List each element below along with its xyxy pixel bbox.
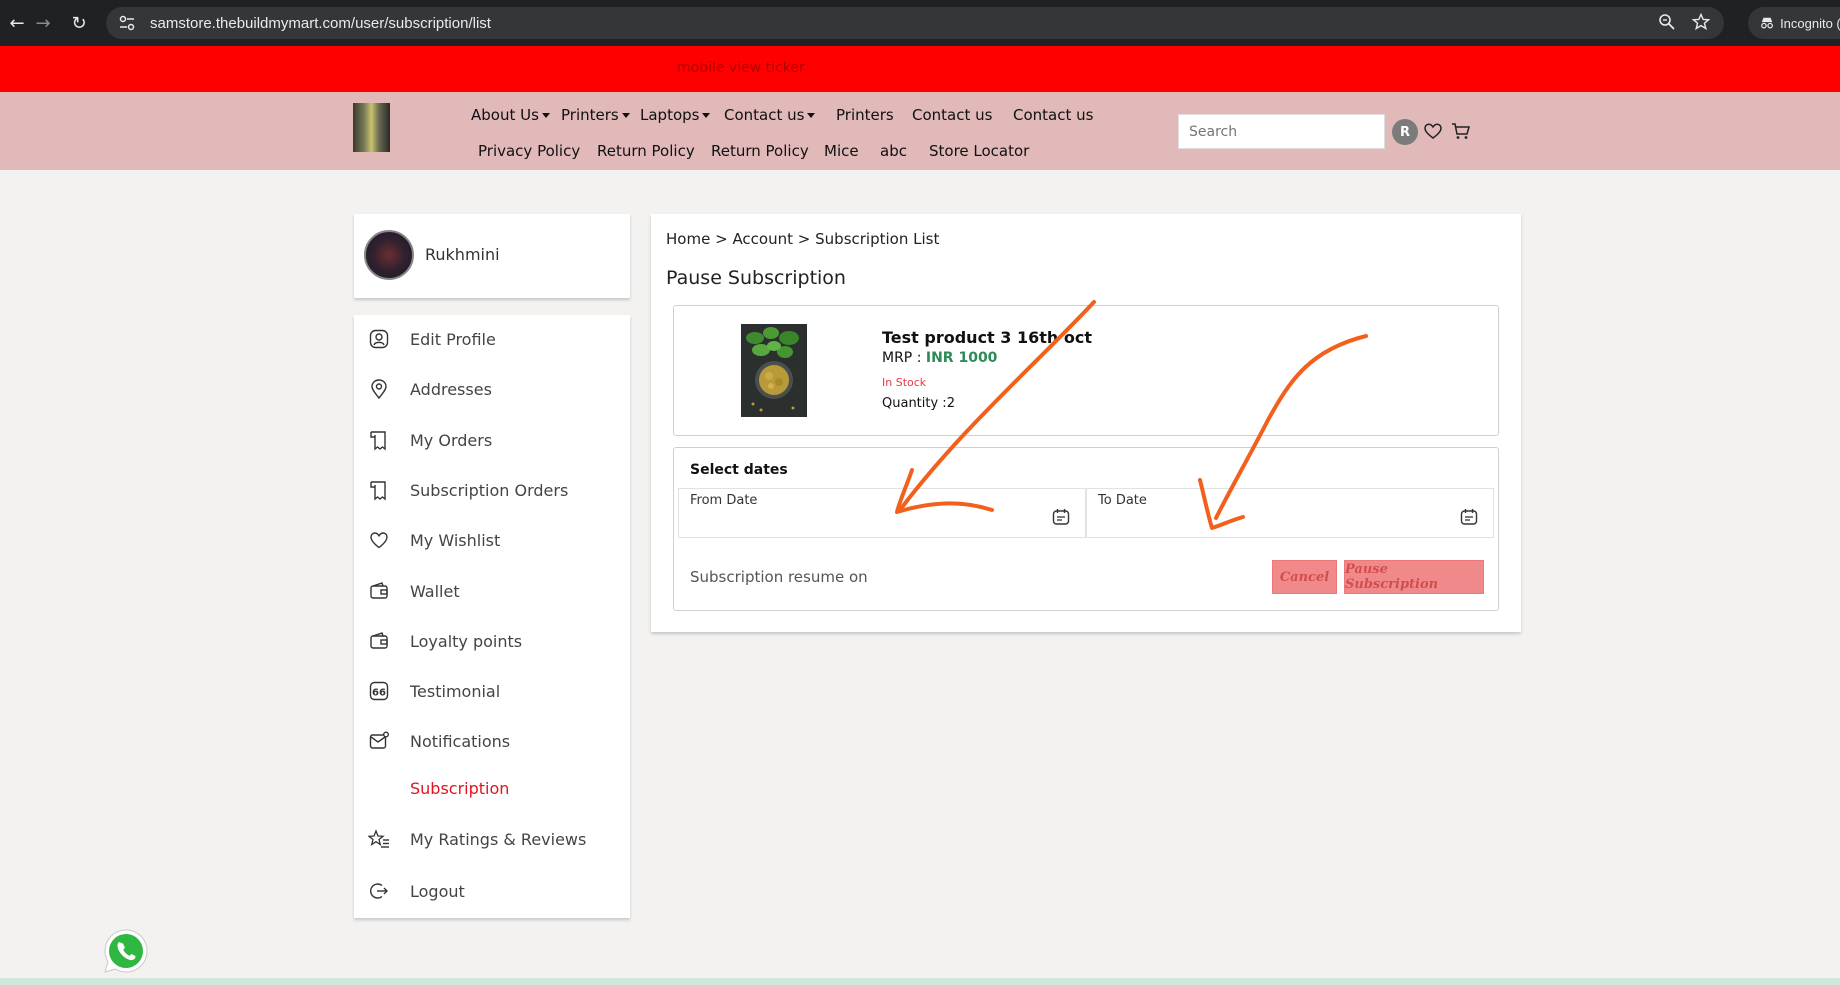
user-icon (369, 329, 389, 349)
product-price: INR 1000 (925, 350, 998, 366)
calendar-icon[interactable] (1459, 507, 1479, 527)
nav-mice[interactable]: Mice (824, 142, 859, 160)
nav-printers[interactable]: Printers (836, 106, 894, 124)
breadcrumb-home[interactable]: Home (666, 230, 710, 248)
menu-loyalty-points[interactable]: Loyalty points (354, 621, 630, 661)
incognito-badge[interactable]: Incognito (2 (1748, 7, 1840, 39)
breadcrumb-current: Subscription List (815, 230, 940, 248)
wishlist-heart-icon[interactable] (1422, 120, 1444, 142)
nav-abc[interactable]: abc (880, 142, 907, 160)
menu-edit-profile[interactable]: Edit Profile (354, 319, 630, 359)
forward-icon[interactable]: → (26, 6, 60, 40)
calendar-icon[interactable] (1051, 507, 1071, 527)
whatsapp-icon[interactable] (102, 927, 150, 975)
svg-text:66: 66 (372, 688, 386, 699)
site-header: About Us Printers Laptops Contact us Pri… (0, 92, 1840, 170)
menu-logout[interactable]: Logout (354, 871, 630, 911)
resume-text: Subscription resume on (690, 568, 868, 586)
nav-privacy-policy[interactable]: Privacy Policy (478, 142, 580, 160)
menu-testimonial[interactable]: 66 Testimonial (354, 671, 630, 711)
select-dates-title: Select dates (690, 462, 788, 478)
receipt-icon (370, 431, 386, 451)
to-date-input[interactable] (1097, 511, 1427, 533)
nav-store-locator[interactable]: Store Locator (929, 142, 1029, 160)
site-settings-icon[interactable] (118, 14, 136, 32)
product-image[interactable] (741, 324, 807, 417)
page-title: Pause Subscription (666, 267, 846, 289)
nav-contact-us-dropdown[interactable]: Contact us (724, 106, 816, 124)
receipt-icon (370, 481, 386, 501)
product-mrp: MRP : INR 1000 (882, 350, 997, 366)
stock-status: In Stock (882, 376, 927, 389)
menu-subscription[interactable]: Subscription (354, 768, 630, 808)
menu-wallet[interactable]: Wallet (354, 571, 630, 611)
wallet-icon (370, 582, 388, 599)
profile-card: Rukhmini (354, 214, 630, 298)
nav-contact-us-2[interactable]: Contact us (1013, 106, 1093, 124)
from-date-input[interactable] (689, 511, 1019, 533)
heart-icon (370, 532, 388, 549)
select-dates-card: Select dates From Date To Date Subscript… (673, 447, 1499, 611)
caret-down-icon (621, 113, 630, 118)
profile-picture[interactable] (364, 230, 414, 280)
wallet-icon (370, 632, 388, 649)
incognito-label: Incognito (2 (1780, 15, 1840, 31)
breadcrumb-separator: > (797, 230, 811, 248)
star-list-icon (368, 829, 389, 848)
menu-my-wishlist[interactable]: My Wishlist (354, 520, 630, 560)
to-date-field[interactable]: To Date (1086, 488, 1494, 538)
subscription-panel: Home > Account > Subscription List Pause… (651, 214, 1521, 632)
menu-ratings-reviews[interactable]: My Ratings & Reviews (354, 819, 630, 859)
product-card: Test product 3 16th oct MRP : INR 1000 I… (673, 305, 1499, 436)
user-avatar[interactable]: R (1392, 119, 1418, 145)
store-logo[interactable] (353, 103, 390, 152)
cart-icon[interactable] (1450, 120, 1472, 142)
nav-return-policy[interactable]: Return Policy (597, 142, 695, 160)
search-input[interactable] (1178, 114, 1385, 149)
breadcrumb: Home > Account > Subscription List (666, 230, 939, 248)
browser-chrome: ← → ↻ samstore.thebuildmymart.com/user/s… (0, 0, 1840, 46)
address-bar[interactable]: samstore.thebuildmymart.com/user/subscri… (106, 7, 1724, 39)
nav-laptops[interactable]: Laptops (640, 106, 711, 124)
account-menu: Edit Profile Addresses My Orders Subscri… (354, 315, 630, 918)
footer-strip (0, 978, 1840, 985)
menu-my-orders[interactable]: My Orders (354, 420, 630, 460)
breadcrumb-account[interactable]: Account (732, 230, 793, 248)
cancel-button[interactable]: Cancel (1272, 560, 1337, 594)
nav-about-us[interactable]: About Us (471, 106, 550, 124)
zoom-icon[interactable] (1658, 13, 1676, 31)
nav-return-policy-2[interactable]: Return Policy (711, 142, 809, 160)
ticker-text: mobile view ticker (677, 60, 805, 76)
caret-down-icon (702, 113, 711, 118)
incognito-icon (1761, 17, 1773, 29)
menu-addresses[interactable]: Addresses (354, 369, 630, 409)
logout-icon (370, 883, 388, 899)
from-date-field[interactable]: From Date (678, 488, 1086, 538)
profile-name: Rukhmini (425, 245, 500, 264)
menu-subscription-orders[interactable]: Subscription Orders (354, 470, 630, 510)
caret-down-icon (541, 113, 550, 118)
bookmark-star-icon[interactable] (1692, 13, 1710, 31)
quote-icon: 66 (369, 681, 389, 701)
product-name[interactable]: Test product 3 16th oct (882, 328, 1092, 347)
menu-notifications[interactable]: Notifications (354, 721, 630, 761)
from-date-label: From Date (690, 493, 758, 508)
pause-subscription-button[interactable]: Pause Subscription (1344, 560, 1484, 594)
url-text: samstore.thebuildmymart.com/user/subscri… (150, 14, 491, 32)
nav-printers-dropdown[interactable]: Printers (561, 106, 630, 124)
to-date-label: To Date (1098, 493, 1147, 508)
reload-icon[interactable]: ↻ (62, 6, 96, 40)
location-pin-icon (371, 379, 387, 400)
caret-down-icon (807, 113, 816, 118)
nav-contact-us[interactable]: Contact us (912, 106, 992, 124)
mail-notification-icon (369, 731, 389, 749)
ticker-bar: mobile view ticker (0, 46, 1840, 92)
mrp-label: MRP : (882, 350, 922, 366)
product-quantity: Quantity :2 (882, 396, 955, 411)
breadcrumb-separator: > (715, 230, 728, 248)
